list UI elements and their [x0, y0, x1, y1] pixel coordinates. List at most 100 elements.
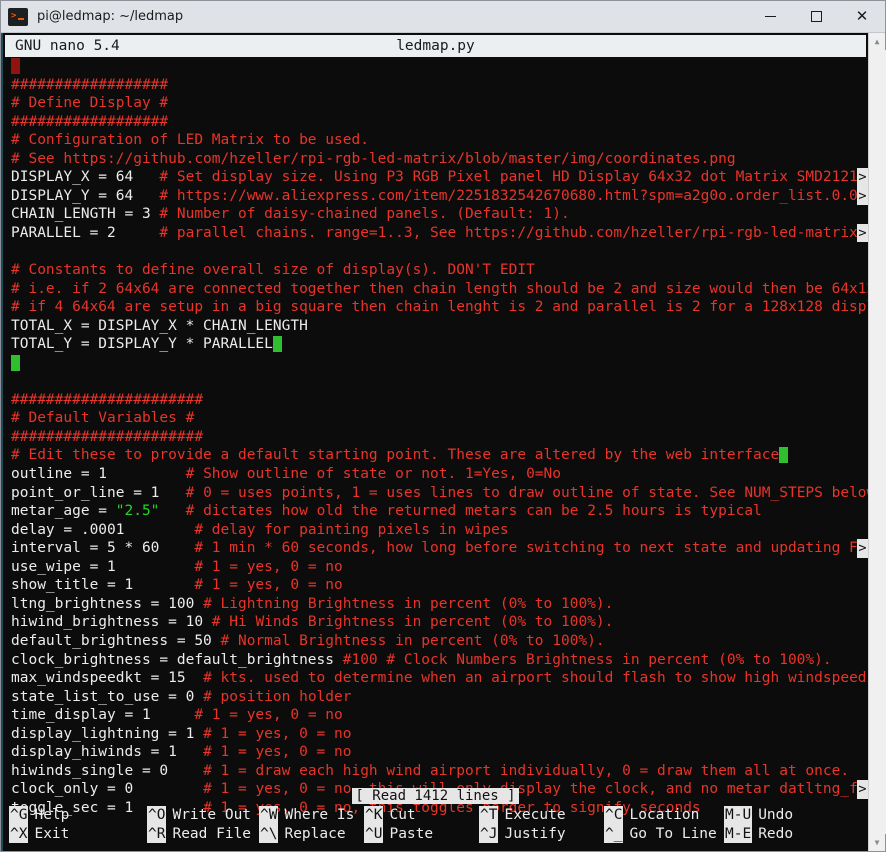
line-truncation-marker: >: [857, 186, 868, 206]
code-span-cmt: #100 # Clock Numbers Brightness in perce…: [342, 651, 832, 668]
scrollbar-track[interactable]: [868, 50, 886, 834]
code-span-code: PARALLEL = 2: [11, 224, 160, 241]
highlight-block: [11, 58, 20, 74]
code-line: DISPLAY_Y = 64 # https://www.aliexpress.…: [11, 186, 868, 206]
shortcut-label: Read File: [172, 825, 252, 842]
code-span-cmt: # Configuration of LED Matrix to be used…: [11, 132, 369, 149]
shortcut-key: ^C: [604, 806, 624, 825]
code-span-code: outline = 1: [11, 466, 186, 483]
shortcut-go-to-line[interactable]: ^_ Go To Line: [604, 824, 717, 843]
shortcut-key: M-U: [724, 806, 753, 825]
code-line-text: hiwinds_single = 0 # 1 = draw each high …: [11, 762, 868, 781]
code-line: # if 4 64x64 are setup in a big square t…: [11, 298, 868, 317]
shortcut-label: Where Is: [284, 807, 355, 823]
code-span-code: interval = 5 * 60: [11, 540, 195, 557]
code-line: TOTAL_Y = DISPLAY_Y * PARALLEL: [11, 335, 868, 354]
minimize-button[interactable]: [747, 1, 793, 32]
code-line: use_wipe = 1 # 1 = yes, 0 = no: [11, 558, 868, 577]
nano-editor[interactable]: GNU nano 5.4 ledmap.py #################…: [1, 33, 868, 851]
shortcut-label: Execute: [504, 807, 566, 823]
code-span-code: ltng_brightness = 100: [11, 595, 204, 612]
code-line-text: DISPLAY_Y = 64 # https://www.aliexpress.…: [11, 187, 868, 206]
title-bar[interactable]: > pi@ledmap: ~/ledmap ✕: [1, 1, 885, 33]
code-line: # Constants to define overall size of di…: [11, 261, 868, 280]
code-line-text: # See https://github.com/hzeller/rpi-rgb…: [11, 150, 868, 169]
scroll-down-arrow-icon[interactable]: ▼: [869, 834, 886, 851]
scroll-up-arrow-icon[interactable]: ▲: [869, 33, 886, 50]
code-line-text: use_wipe = 1 # 1 = yes, 0 = no: [11, 558, 868, 577]
code-span-cursor: [272, 336, 282, 353]
shortcut-label: Justify: [504, 825, 566, 842]
code-line-text: TOTAL_X = DISPLAY_X * CHAIN_LENGTH: [11, 317, 868, 336]
shortcut-location[interactable]: ^C Location: [604, 806, 699, 825]
shortcut-undo[interactable]: M-U Undo: [724, 806, 793, 825]
shortcut-help[interactable]: ^G Help: [9, 806, 69, 825]
shortcut-label: Go To Line: [629, 825, 717, 842]
window-controls: ✕: [747, 1, 885, 32]
code-span-cmt: # Constants to define overall size of di…: [11, 262, 535, 279]
code-line: ##################: [11, 113, 868, 132]
shortcut-key: ^\: [259, 824, 279, 843]
code-line: # Default Variables #: [11, 409, 868, 428]
code-span-cmt: # 1 = yes, 0 = no: [194, 707, 343, 724]
code-span-cmt: # parallel chains. range=1..3, See https…: [159, 224, 868, 241]
code-span-code: display_hiwinds = 1: [11, 744, 204, 761]
code-line: ltng_brightness = 100 # Lightning Bright…: [11, 595, 868, 614]
code-span-cmt: # Hi Winds Brightness in percent (0% to …: [211, 614, 614, 631]
code-line-text: clock_brightness = default_brightness #1…: [11, 651, 868, 670]
shortcut-key: ^O: [147, 806, 167, 825]
shortcut-key: ^U: [364, 824, 384, 843]
code-span-cmt: ##################: [11, 113, 169, 130]
shortcut-row: ^G Help ^O Write Out ^W Where Is ^K Cut ^T Execut…: [9, 806, 862, 825]
code-line-text: # Default Variables #: [11, 409, 868, 428]
shortcut-execute[interactable]: ^T Execute: [479, 806, 566, 825]
shortcut-label: Exit: [34, 825, 70, 842]
code-line-text: ######################: [11, 428, 868, 447]
code-line: delay = .0001 # delay for painting pixel…: [11, 521, 868, 540]
code-span-code: hiwind_brightness = 10: [11, 614, 212, 631]
code-line-text: metar_age = "2.5" # dictates how old the…: [11, 502, 868, 521]
window-title: pi@ledmap: ~/ledmap: [37, 9, 184, 24]
shortcut-key: ^X: [9, 824, 29, 843]
code-span-cmt: # 1 = draw each high wind airport indivi…: [203, 762, 850, 779]
shortcut-write-out[interactable]: ^O Write Out: [147, 806, 251, 825]
shortcut-paste[interactable]: ^U Paste: [364, 824, 433, 843]
code-line: show_title = 1 # 1 = yes, 0 = no: [11, 576, 868, 595]
terminal-area: GNU nano 5.4 ledmap.py #################…: [1, 33, 886, 851]
shortcut-cut[interactable]: ^K Cut: [364, 806, 416, 825]
shortcut-exit[interactable]: ^X Exit: [9, 824, 70, 843]
shortcut-key: ^J: [479, 824, 499, 843]
code-content[interactable]: ################## # Define Display # ####…: [3, 57, 868, 817]
shortcut-where-is[interactable]: ^W Where Is: [259, 806, 354, 825]
code-span-code: hiwinds_single = 0: [11, 762, 204, 779]
code-line-text: # Define Display #: [11, 94, 868, 113]
code-line-text: hiwind_brightness = 10 # Hi Winds Bright…: [11, 613, 868, 632]
code-span-code: clock_brightness = default_brightness: [11, 651, 343, 668]
code-span-cmt: # Edit these to provide a default starti…: [11, 447, 780, 464]
shortcut-redo[interactable]: M-E Redo: [724, 824, 794, 843]
maximize-button[interactable]: [793, 1, 839, 32]
code-line: hiwinds_single = 0 # 1 = draw each high …: [11, 762, 868, 781]
shortcut-read-file[interactable]: ^R Read File: [147, 824, 252, 843]
nano-filename-label: ledmap.py: [396, 38, 475, 54]
code-line: CHAIN_LENGTH = 3 # Number of daisy-chain…: [11, 205, 868, 224]
close-button[interactable]: ✕: [839, 1, 885, 32]
close-icon: ✕: [855, 7, 869, 25]
shortcut-replace[interactable]: ^\ Replace: [259, 824, 346, 843]
shortcut-label: Redo: [758, 825, 794, 842]
code-span-code: display_lightning = 1: [11, 725, 204, 742]
terminal-icon: >: [8, 7, 28, 26]
code-span-code: CHAIN_LENGTH = 3: [11, 206, 160, 223]
code-span-cmt: # 1 = yes, 0 = no: [203, 725, 352, 742]
shortcut-label: Undo: [758, 807, 794, 823]
vertical-scrollbar[interactable]: ▲ ▼: [868, 33, 886, 851]
code-line: TOTAL_X = DISPLAY_X * CHAIN_LENGTH: [11, 317, 868, 336]
shortcut-key: ^K: [364, 806, 384, 825]
shortcut-label: Replace: [284, 825, 346, 842]
code-span-code: TOTAL_Y = DISPLAY_Y * PARALLEL: [11, 336, 273, 353]
shortcut-justify[interactable]: ^J Justify: [479, 824, 566, 843]
code-line-text: point_or_line = 1 # 0 = uses points, 1 =…: [11, 484, 868, 503]
code-span-code: TOTAL_X = DISPLAY_X * CHAIN_LENGTH: [11, 317, 308, 334]
code-line: ######################: [11, 391, 868, 410]
